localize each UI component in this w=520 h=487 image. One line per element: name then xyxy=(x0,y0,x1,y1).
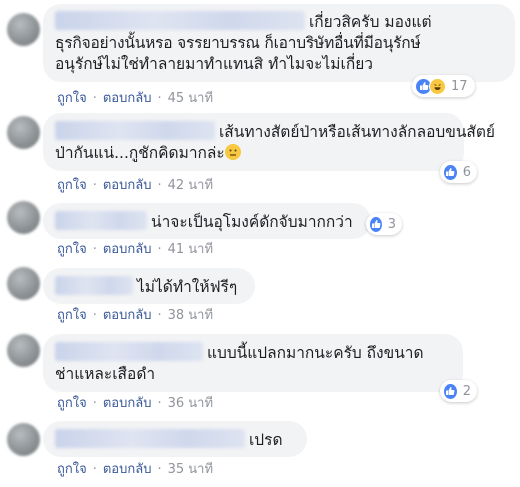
reaction-count: 3 xyxy=(387,216,396,232)
avatar[interactable] xyxy=(7,201,40,234)
reply-link[interactable]: ตอบกลับ xyxy=(103,242,152,257)
comment-bubble: เส้นทางสัตย์ป่าหรือเส้นทางลักลอบขนสัตย์ … xyxy=(43,113,495,171)
reply-link[interactable]: ตอบกลับ xyxy=(103,396,152,411)
comment-actions: ถูกใจ · ตอบกลับ · 45 นาที xyxy=(57,87,213,108)
reaction-count: 2 xyxy=(462,383,471,399)
comment-text-line: ไม่ได้ทำให้ฟรีๆ xyxy=(137,278,238,296)
separator: · xyxy=(92,91,97,106)
comment-text-line: เส้นทางสัตย์ป่าหรือเส้นทางลักลอบขนสัตย์ xyxy=(219,123,496,141)
like-link[interactable]: ถูกใจ xyxy=(57,242,87,257)
timestamp[interactable]: 38 นาที xyxy=(168,308,213,323)
author-name-blurred[interactable] xyxy=(55,121,215,140)
comment-text-line: ป่ากันแน่...กูชักคิดมากล่ะ xyxy=(55,144,225,162)
comment-text-line: เปรด xyxy=(249,431,283,449)
avatar[interactable] xyxy=(7,116,40,149)
like-link[interactable]: ถูกใจ xyxy=(57,396,87,411)
separator: · xyxy=(92,462,97,477)
like-icon xyxy=(443,382,458,400)
reaction-summary[interactable]: 3 xyxy=(366,213,402,235)
reply-link[interactable]: ตอบกลับ xyxy=(103,308,152,323)
comment-text-line: แบบนี้แปลกมากนะครับ ถึงขนาด xyxy=(207,344,424,362)
timestamp[interactable]: 35 นาที xyxy=(168,462,213,477)
separator: · xyxy=(157,396,162,411)
comment-bubble: ไม่ได้ทำให้ฟรีๆ xyxy=(43,268,255,304)
reply-link[interactable]: ตอบกลับ xyxy=(103,178,152,193)
author-name-blurred[interactable] xyxy=(55,11,305,30)
like-link[interactable]: ถูกใจ xyxy=(57,308,87,323)
reaction-summary[interactable]: 17 xyxy=(412,75,475,97)
reaction-summary[interactable]: 6 xyxy=(440,161,477,183)
reaction-count: 17 xyxy=(451,78,468,94)
separator: · xyxy=(92,308,97,323)
comment-bubble: น่าจะเป็นอุโมงค์ดักจับมากกว่า xyxy=(43,203,371,239)
neutral-face-emoji xyxy=(224,144,241,160)
haha-icon xyxy=(429,77,446,95)
author-name-blurred[interactable] xyxy=(55,276,133,295)
comment-actions: ถูกใจ · ตอบกลับ · 42 นาที xyxy=(57,174,213,195)
like-link[interactable]: ถูกใจ xyxy=(57,178,87,193)
reply-link[interactable]: ตอบกลับ xyxy=(103,462,152,477)
like-link[interactable]: ถูกใจ xyxy=(57,91,87,106)
comment-actions: ถูกใจ · ตอบกลับ · 36 นาที xyxy=(57,392,213,413)
separator: · xyxy=(157,308,162,323)
comment-actions: ถูกใจ · ตอบกลับ · 38 นาที xyxy=(57,304,213,325)
author-name-blurred[interactable] xyxy=(55,342,203,361)
avatar[interactable] xyxy=(7,267,40,300)
timestamp[interactable]: 42 นาที xyxy=(168,178,213,193)
timestamp[interactable]: 36 นาที xyxy=(168,396,213,411)
like-link[interactable]: ถูกใจ xyxy=(57,462,87,477)
author-name-blurred[interactable] xyxy=(55,211,147,230)
separator: · xyxy=(92,178,97,193)
separator: · xyxy=(157,178,162,193)
separator: · xyxy=(157,91,162,106)
comment-text-line: ช่าแหละเสือดำ xyxy=(55,365,156,383)
timestamp[interactable]: 45 นาที xyxy=(168,91,213,106)
like-icon xyxy=(369,215,383,233)
avatar[interactable] xyxy=(7,334,40,367)
comment-bubble: เกี่ยวสิครับ มองแต่ ธุรกิจอย่างนั้นหรอ จ… xyxy=(43,4,515,82)
separator: · xyxy=(92,396,97,411)
comment-actions: ถูกใจ · ตอบกลับ · 41 นาที xyxy=(57,238,213,259)
author-name-blurred[interactable] xyxy=(55,429,245,448)
comment-actions: ถูกใจ · ตอบกลับ · 35 นาที xyxy=(57,458,213,479)
separator: · xyxy=(157,462,162,477)
comment-text-line: เกี่ยวสิครับ มองแต่ xyxy=(309,13,432,31)
comment-text-line: ธุรกิจอย่างนั้นหรอ จรรยาบรรณ ก็เอาบริษัท… xyxy=(55,34,421,52)
comment-text-line: น่าจะเป็นอุโมงค์ดักจับมากกว่า xyxy=(151,213,353,231)
timestamp[interactable]: 41 นาที xyxy=(168,242,213,257)
reaction-summary[interactable]: 2 xyxy=(440,380,477,402)
comment-bubble: เปรด xyxy=(43,421,307,457)
comment-bubble: แบบนี้แปลกมากนะครับ ถึงขนาด ช่าแหละเสือด… xyxy=(43,334,463,392)
avatar[interactable] xyxy=(7,13,40,46)
reply-link[interactable]: ตอบกลับ xyxy=(103,91,152,106)
separator: · xyxy=(157,242,162,257)
reaction-count: 6 xyxy=(462,164,471,180)
avatar[interactable] xyxy=(7,423,40,456)
comment-text-line: อนุรักษ์ไม่ใช่ทำลายมาทำแทนสิ ทำไมจะไม่เก… xyxy=(55,55,373,73)
separator: · xyxy=(92,242,97,257)
like-icon xyxy=(443,163,458,181)
